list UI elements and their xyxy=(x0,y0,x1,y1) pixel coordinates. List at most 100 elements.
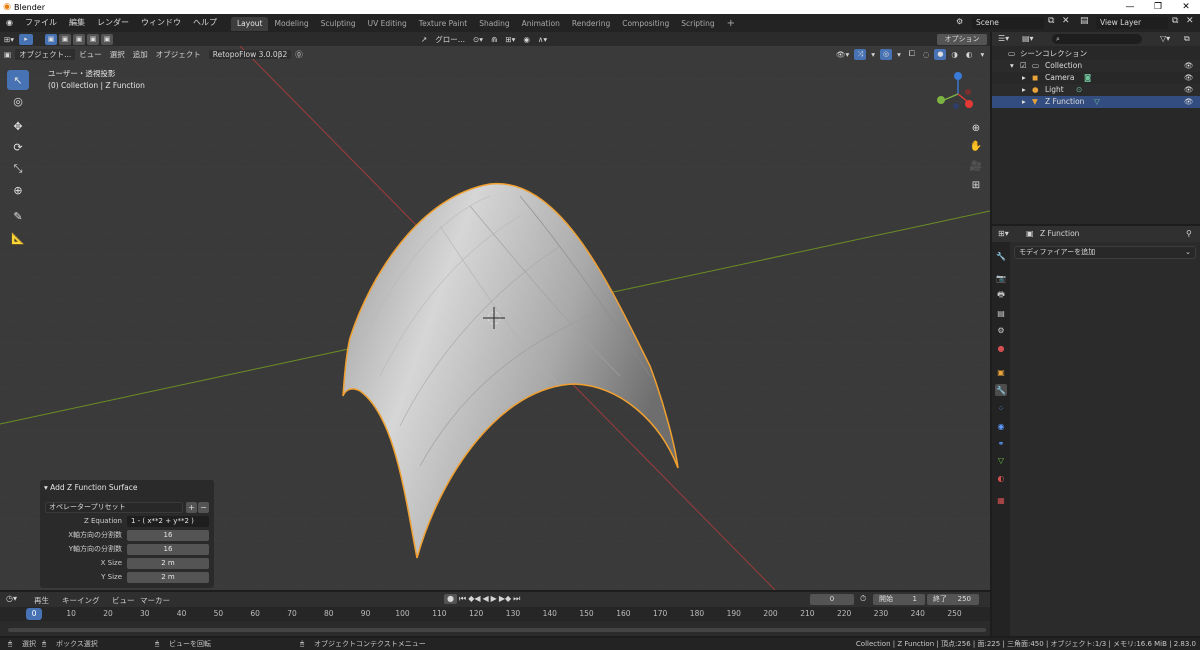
menu-render[interactable]: レンダー xyxy=(91,14,135,32)
tool-tab-icon[interactable]: 🔧 xyxy=(995,250,1007,262)
menu-marker[interactable]: マーカー xyxy=(140,595,170,606)
tab-uv-editing[interactable]: UV Editing xyxy=(362,17,413,31)
menu-playback[interactable]: 再生 xyxy=(34,595,49,606)
y-size-field[interactable]: 2 m xyxy=(127,572,209,583)
world-tab-icon[interactable]: ● xyxy=(995,342,1007,354)
mode-icon[interactable]: ▣ xyxy=(0,50,15,59)
camera-view-icon[interactable]: 🎥 xyxy=(968,158,984,174)
pivot-point-icon[interactable]: ⊙▾ xyxy=(469,35,487,44)
maximize-button[interactable]: ❐ xyxy=(1144,0,1172,14)
select-mode-new-icon[interactable]: ▣ xyxy=(45,33,58,45)
preset-remove-button[interactable]: − xyxy=(198,502,209,513)
outliner-item-collection[interactable]: ▾ ☑ ▭ Collection 👁 xyxy=(992,60,1200,72)
tab-scripting[interactable]: Scripting xyxy=(675,17,720,31)
collection-visibility-icon[interactable]: 👁 xyxy=(1184,60,1194,72)
play-reverse-icon[interactable]: ◀ xyxy=(483,594,489,604)
transform-orientation-dropdown[interactable]: グロー... xyxy=(431,34,469,45)
3d-viewport[interactable]: ユーザー・透視投影 (0) Collection | Z Function ↖ … xyxy=(0,46,990,590)
preset-add-button[interactable]: + xyxy=(186,502,197,513)
menu-edit[interactable]: 編集 xyxy=(63,14,91,32)
timeline-scrollbar[interactable] xyxy=(8,628,986,632)
shading-rendered-icon[interactable]: ◐ xyxy=(962,50,977,59)
retopoflow-dropdown[interactable]: RetopoFlow 3.0.0β2 xyxy=(208,49,292,59)
mode-dropdown[interactable]: オブジェクト... xyxy=(15,48,76,60)
stopwatch-icon[interactable]: ⏱ xyxy=(860,594,866,604)
select-mode-extend-icon[interactable]: ▣ xyxy=(59,33,72,45)
help-icon[interactable]: ⓪ xyxy=(291,49,307,60)
scale-tool-icon[interactable]: ⤡ xyxy=(7,159,29,179)
outliner-item-z-function[interactable]: ▸ ▼ Z Function ▽ 👁 xyxy=(992,96,1200,108)
outliner-item-camera[interactable]: ▸ ◼ Camera ◙ 👁 xyxy=(992,72,1200,84)
jump-end-icon[interactable]: ⏭ xyxy=(513,594,520,604)
texture-tab-icon[interactable]: ▦ xyxy=(995,494,1007,506)
tab-modeling[interactable]: Modeling xyxy=(268,17,314,31)
constraints-tab-icon[interactable]: ⚭ xyxy=(995,437,1007,449)
select-mode-invert-icon[interactable]: ▣ xyxy=(87,33,100,45)
minimize-button[interactable]: — xyxy=(1116,0,1144,14)
expand-arrow-icon[interactable]: ▸ xyxy=(1022,84,1026,96)
camera-visibility-icon[interactable]: 👁 xyxy=(1184,72,1194,84)
scene-remove-icon[interactable]: ✕ xyxy=(1062,16,1070,26)
display-mode-icon[interactable]: ▤▾ xyxy=(1022,34,1034,43)
prev-keyframe-icon[interactable]: ◆◀ xyxy=(468,594,480,604)
material-tab-icon[interactable]: ◐ xyxy=(995,472,1007,484)
scene-icon[interactable]: ⚙ xyxy=(956,17,963,26)
physics-tab-icon[interactable]: ◉ xyxy=(995,420,1007,432)
gizmo-icon[interactable]: ⤨ xyxy=(854,48,867,60)
menu-file[interactable]: ファイル xyxy=(19,14,63,32)
options-dropdown[interactable]: オプション xyxy=(937,33,987,45)
start-frame-field[interactable]: 開始 1 xyxy=(873,594,925,605)
view-layer-field[interactable]: View Layer xyxy=(1096,17,1168,29)
object-tab-icon[interactable]: ▣ xyxy=(995,366,1007,378)
tab-texture-paint[interactable]: Texture Paint xyxy=(413,17,473,31)
operator-preset-dropdown[interactable]: オペレータープリセット xyxy=(45,502,183,513)
select-mode-subtract-icon[interactable]: ▣ xyxy=(73,33,86,45)
transform-orientation-icon[interactable]: ↗ xyxy=(417,35,431,44)
x-subdivisions-field[interactable]: 16 xyxy=(127,530,209,541)
tab-compositing[interactable]: Compositing xyxy=(616,17,675,31)
filter-icon[interactable]: ▽▾ xyxy=(1160,34,1170,43)
select-tool-icon[interactable]: ▸ xyxy=(19,33,34,45)
shading-wireframe-icon[interactable]: ◌ xyxy=(919,50,934,59)
particles-tab-icon[interactable]: ⁘ xyxy=(995,402,1007,414)
outliner-search-input[interactable]: ⌕ xyxy=(1052,34,1142,44)
expand-arrow-icon[interactable]: ▸ xyxy=(1022,72,1026,84)
y-subdivisions-field[interactable]: 16 xyxy=(127,544,209,555)
scene-tab-icon[interactable]: ⚙ xyxy=(995,324,1007,336)
modifier-tab-icon[interactable]: 🔧 xyxy=(995,384,1007,396)
current-frame-field[interactable]: 0 xyxy=(810,594,854,605)
play-icon[interactable]: ▶ xyxy=(491,594,497,604)
menu-timeline-view[interactable]: ビュー xyxy=(112,595,135,606)
falloff-icon[interactable]: ∧▾ xyxy=(534,35,551,44)
menu-window[interactable]: ウィンドウ xyxy=(135,14,187,32)
shading-material-icon[interactable]: ◑ xyxy=(947,50,962,59)
data-tab-icon[interactable]: ▽ xyxy=(995,454,1007,466)
add-workspace-icon[interactable]: + xyxy=(721,17,741,31)
render-tab-icon[interactable]: 📷 xyxy=(995,272,1007,284)
tab-layout[interactable]: Layout xyxy=(230,16,269,31)
expand-arrow-icon[interactable]: ▸ xyxy=(1022,96,1026,108)
scene-new-icon[interactable]: ⧉ xyxy=(1048,16,1054,26)
z-function-visibility-icon[interactable]: 👁 xyxy=(1184,96,1194,108)
scene-field[interactable]: Scene xyxy=(972,17,1044,29)
visibility-icon[interactable]: 👁▾ xyxy=(832,50,853,59)
exclude-checkbox[interactable]: ☑ xyxy=(1020,60,1027,72)
z-equation-field[interactable]: 1 - ( x**2 + y**2 ) xyxy=(127,516,209,527)
view-layer-remove-icon[interactable]: ✕ xyxy=(1186,16,1194,26)
select-box-tool-icon[interactable]: ↖ xyxy=(7,70,29,90)
light-visibility-icon[interactable]: 👁 xyxy=(1184,84,1194,96)
shading-solid-icon[interactable]: ● xyxy=(934,48,947,60)
rotate-tool-icon[interactable]: ⟳ xyxy=(7,137,29,157)
xray-icon[interactable]: ⧠ xyxy=(905,49,919,59)
proportional-edit-icon[interactable]: ◉ xyxy=(519,35,534,44)
output-tab-icon[interactable]: 🖶 xyxy=(995,290,1007,302)
operator-panel-header[interactable]: ▾ Add Z Function Surface xyxy=(44,483,137,492)
transform-tool-icon[interactable]: ⊕ xyxy=(7,180,29,200)
shading-dropdown-icon[interactable]: ▾ xyxy=(976,50,988,59)
editor-type-icon[interactable]: ⊞▾ xyxy=(0,35,18,44)
view-layer-icon[interactable]: ▤ xyxy=(1080,16,1089,26)
menu-keying[interactable]: キーイング xyxy=(62,595,100,606)
x-size-field[interactable]: 2 m xyxy=(127,558,209,569)
new-collection-icon[interactable]: ⧉ xyxy=(1184,34,1190,44)
gizmo-dropdown-icon[interactable]: ▾ xyxy=(867,50,879,59)
